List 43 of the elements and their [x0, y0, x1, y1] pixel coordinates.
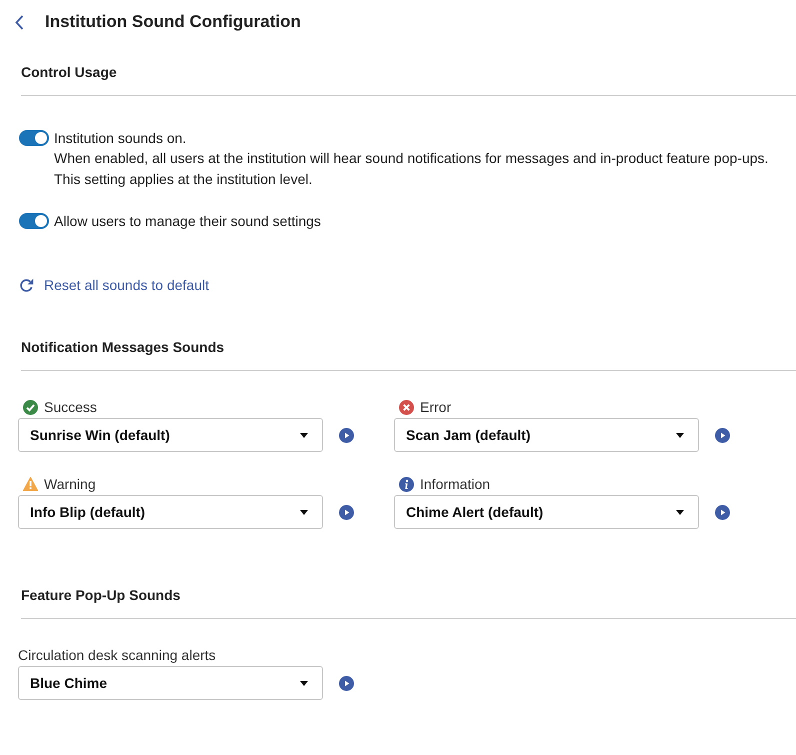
play-icon — [339, 428, 354, 442]
play-icon — [339, 676, 354, 690]
back-button[interactable] — [15, 14, 24, 30]
check-circle-icon — [23, 400, 38, 414]
refresh-icon — [19, 278, 34, 292]
sound-select[interactable]: Chime Alert (default) — [394, 495, 699, 529]
sound-select[interactable]: Info Blip (default) — [18, 495, 323, 529]
warning-icon — [23, 477, 38, 491]
sound-select[interactable]: Sunrise Win (default) — [18, 418, 323, 452]
play-icon — [715, 504, 730, 520]
reset-link[interactable]: Reset all sounds to default — [19, 275, 209, 295]
toggle-label: Allow users to manage their sound settings — [54, 212, 321, 231]
x-circle-icon — [399, 400, 414, 414]
play-icon — [715, 428, 730, 442]
info-icon — [399, 476, 414, 492]
caret-down-icon — [300, 510, 308, 514]
caret-down-icon — [300, 432, 308, 438]
page-title: Institution Sound Configuration — [45, 11, 301, 33]
toggle-switch[interactable] — [19, 213, 49, 229]
field-label: Warning — [44, 475, 96, 494]
caret-down-icon — [300, 680, 308, 686]
sound-select[interactable]: Scan Jam (default) — [394, 418, 699, 452]
play-icon — [339, 504, 354, 520]
caret-down-icon — [676, 432, 684, 438]
play-button[interactable] — [339, 504, 354, 520]
field-label: Circulation desk scanning alerts — [18, 646, 216, 665]
play-button[interactable] — [339, 676, 354, 690]
section-heading: Feature Pop-Up Sounds — [21, 586, 180, 605]
field-label: Information — [420, 475, 490, 494]
play-button[interactable] — [339, 428, 354, 442]
field-label: Success — [44, 398, 97, 417]
sound-select[interactable]: Blue Chime — [18, 666, 323, 700]
toggle-switch[interactable] — [19, 130, 49, 146]
section-heading: Control Usage — [21, 63, 117, 82]
play-button[interactable] — [715, 504, 730, 520]
toggle-label: Institution sounds on. — [54, 129, 186, 148]
field-label: Error — [420, 398, 452, 417]
description-text: When enabled, all users at the institution will hear sound notifications for messages and in-product feature pop-ups. — [54, 149, 768, 168]
chevron-left-icon — [15, 14, 24, 30]
description-text: This setting applies at the institution level. — [54, 170, 312, 189]
section-heading: Notification Messages Sounds — [21, 338, 224, 357]
play-button[interactable] — [715, 428, 730, 442]
caret-down-icon — [676, 510, 684, 514]
